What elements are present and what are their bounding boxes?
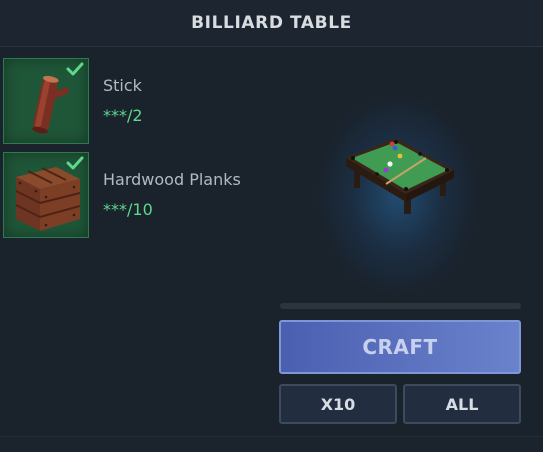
craft-progress-bar bbox=[280, 303, 521, 309]
craft-all-button[interactable]: ALL bbox=[403, 384, 521, 424]
ingredient-name: Hardwood Planks bbox=[103, 170, 241, 189]
ingredient-slot-stick[interactable] bbox=[3, 58, 89, 144]
billiard-table-icon bbox=[346, 138, 454, 214]
window-title: BILLIARD TABLE bbox=[191, 13, 352, 33]
ingredient-name: Stick bbox=[103, 76, 142, 95]
window-header: BILLIARD TABLE bbox=[0, 0, 543, 47]
ingredient-slot-hardwood-planks[interactable] bbox=[3, 152, 89, 238]
check-icon bbox=[66, 156, 84, 170]
ingredient-count: ***/10 bbox=[103, 200, 153, 219]
ingredient-count: ***/2 bbox=[103, 106, 143, 125]
craft-x10-button[interactable]: X10 bbox=[279, 384, 397, 424]
craft-button[interactable]: CRAFT bbox=[279, 320, 521, 374]
bottom-strip bbox=[0, 436, 543, 452]
check-icon bbox=[66, 62, 84, 76]
